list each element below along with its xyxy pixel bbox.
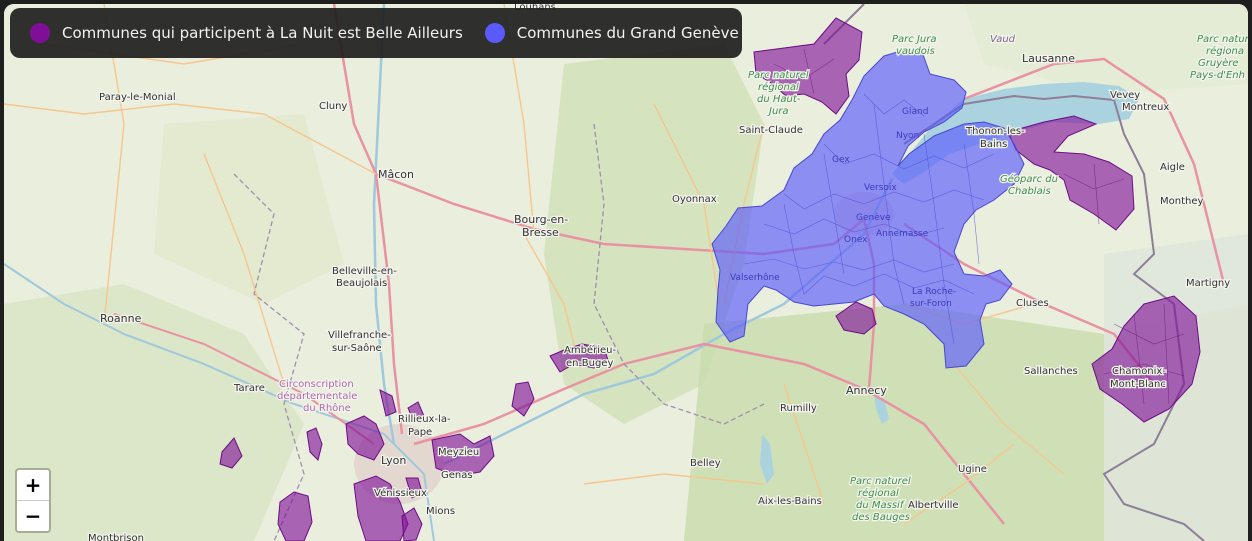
label-chablais-1: Géoparc du <box>1000 173 1058 185</box>
label-rillieux-2: Pape <box>408 427 432 438</box>
label-montbrison: Montbrison <box>88 533 144 541</box>
label-bauges-3: du Massif <box>856 500 905 511</box>
label-vaud: Vaud <box>990 34 1016 45</box>
commune-southwest[interactable] <box>277 491 313 541</box>
label-bourg-2: Bresse <box>522 226 559 239</box>
label-gruyere-4: Pays-d'Enh <box>1190 70 1245 81</box>
label-nyon: Nyon <box>896 131 919 141</box>
zoom-control: + − <box>15 468 51 533</box>
label-paray: Paray-le-Monial <box>99 92 176 103</box>
label-albertville: Albertville <box>908 500 959 511</box>
label-chablais-2: Chablais <box>1008 186 1051 197</box>
zoom-out-button[interactable]: − <box>17 500 49 531</box>
label-laroche-1: La Roche- <box>912 287 956 297</box>
label-gruyere-3: Gruyère <box>1198 57 1239 69</box>
label-sallanches: Sallanches <box>1024 366 1078 377</box>
label-chamonix-1: Chamonix- <box>1112 366 1166 377</box>
label-versoix: Versoix <box>864 183 897 193</box>
label-laroche-2: sur-Foron <box>910 299 952 309</box>
label-lausanne: Lausanne <box>1022 52 1075 65</box>
label-belleville-2: Beaujolais <box>336 278 387 289</box>
label-belley: Belley <box>690 458 721 469</box>
map-canvas[interactable]: Louhans Paray-le-Monial Cluny Mâcon Bour… <box>4 4 1248 541</box>
label-mions: Mions <box>426 506 455 517</box>
label-bourg-1: Bourg-en- <box>514 213 568 226</box>
label-gland: Gland <box>902 107 928 117</box>
label-ugine: Ugine <box>958 464 987 475</box>
label-pnhj-2: régional <box>758 81 799 93</box>
label-chamonix-2: Mont-Blanc <box>1110 379 1166 390</box>
label-pnhj-3: du Haut- <box>757 94 801 105</box>
label-amberieu-2: en-Bugey <box>566 358 613 369</box>
label-gruyere-2: régiona <box>1206 45 1244 57</box>
map-legend: Communes qui participent à La Nuit est B… <box>10 8 742 58</box>
label-gex: Gex <box>832 155 850 165</box>
label-meyzieu: Meyzieu <box>438 447 479 458</box>
map-svg: Louhans Paray-le-Monial Cluny Mâcon Bour… <box>4 4 1248 541</box>
legend-swatch-blue <box>484 23 505 43</box>
label-venissieux: Vénissieux <box>374 487 427 499</box>
label-bauges-1: Parc naturel <box>850 476 911 487</box>
label-lyon: Lyon <box>381 454 406 467</box>
label-montreux: Montreux <box>1122 102 1169 113</box>
label-genas: Genas <box>441 470 473 481</box>
label-rumilly: Rumilly <box>780 403 817 414</box>
label-villefranche-1: Villefranche- <box>328 330 391 341</box>
label-roanne: Roanne <box>100 312 142 325</box>
label-saintclaude: Saint-Claude <box>739 125 803 136</box>
label-belleville-1: Belleville-en- <box>332 266 397 277</box>
label-annemasse: Annemasse <box>876 229 929 239</box>
label-cluses: Cluses <box>1016 298 1049 309</box>
label-amberieu-1: Ambérieu- <box>564 344 616 356</box>
label-monthey: Monthey <box>1160 196 1203 207</box>
label-aixlesbains: Aix-les-Bains <box>758 496 822 507</box>
label-circ-1: Circonscription <box>279 379 354 390</box>
label-geneve: Genève <box>856 212 891 223</box>
label-villefranche-2: sur-Saône <box>332 342 382 354</box>
label-circ-2: départementale <box>277 390 357 402</box>
legend-item-grand-geneve[interactable]: Communes du Grand Genève <box>484 23 739 43</box>
legend-item-nuit-belle[interactable]: Communes qui participent à La Nuit est B… <box>30 23 463 43</box>
label-rillieux-1: Rillieux-la- <box>398 414 451 425</box>
label-gruyere-1: Parc natur <box>1197 34 1248 45</box>
legend-label-grand-geneve: Communes du Grand Genève <box>516 24 739 42</box>
label-bauges-4: des Bauges <box>852 512 910 523</box>
legend-swatch-purple <box>30 23 50 43</box>
label-bauges-2: régional <box>858 487 899 499</box>
label-onex: Onex <box>844 235 868 245</box>
label-vevey: Vevey <box>1110 90 1140 101</box>
label-jura-2: vaudois <box>896 46 935 57</box>
legend-label-nuit-belle: Communes qui participent à La Nuit est B… <box>62 24 463 42</box>
label-cluny: Cluny <box>319 101 347 112</box>
zoom-in-button[interactable]: + <box>17 470 49 500</box>
label-jura-1: Parc Jura <box>892 34 936 45</box>
label-martigny: Martigny <box>1186 278 1230 289</box>
label-aigle: Aigle <box>1160 162 1185 173</box>
label-thonon-2: Bains <box>980 139 1007 150</box>
label-valserhone: Valserhône <box>730 272 780 283</box>
label-circ-3: du Rhône <box>303 402 351 414</box>
label-oyonnax: Oyonnax <box>672 194 717 205</box>
label-thonon-1: Thonon-les- <box>965 126 1025 137</box>
label-annecy: Annecy <box>846 384 887 397</box>
label-pnhj-1: Parc naturel <box>748 70 809 81</box>
label-pnhj-4: Jura <box>767 106 789 117</box>
label-tarare: Tarare <box>233 383 265 394</box>
label-macon: Mâcon <box>378 168 414 181</box>
